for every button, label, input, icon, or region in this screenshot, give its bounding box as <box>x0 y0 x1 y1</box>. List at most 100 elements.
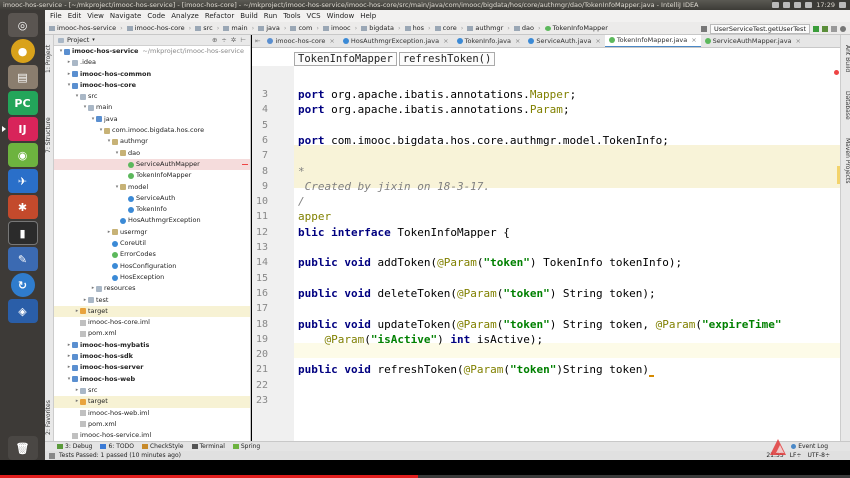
bottom-tab[interactable]: 3: Debug <box>57 443 92 450</box>
menu-file[interactable]: File <box>47 12 65 20</box>
error-indicator-icon[interactable] <box>834 70 839 75</box>
bottom-tab[interactable]: CheckStyle <box>141 443 184 450</box>
tree-item[interactable]: HosConfiguration <box>54 261 250 272</box>
nav-crumb[interactable]: bigdata › <box>359 24 402 32</box>
browser-icon[interactable]: ✈ <box>7 169 38 193</box>
tool-windows-icon[interactable] <box>49 452 55 459</box>
menu-vcs[interactable]: VCS <box>303 12 323 20</box>
tree-item[interactable]: ▾ src <box>54 91 250 102</box>
nav-crumb[interactable]: dao › <box>512 24 543 32</box>
tree-item[interactable]: ▾ dao <box>54 148 250 159</box>
tree-item[interactable]: ▾ imooc-hos-service ~/mkproject/imooc-hos-… <box>54 46 250 57</box>
menu-analyze[interactable]: Analyze <box>168 12 202 20</box>
editor-tab[interactable]: ServiceAuth.java × <box>524 35 604 47</box>
menu-tools[interactable]: Tools <box>280 12 303 20</box>
menu-view[interactable]: View <box>84 12 107 20</box>
menu-build[interactable]: Build <box>237 12 261 20</box>
dash-icon[interactable]: ◎ <box>7 13 38 37</box>
search-icon[interactable] <box>840 25 846 32</box>
status-message[interactable]: Tests Passed: 1 passed (10 minutes ago) <box>59 452 181 459</box>
tree-item[interactable]: imooc-hos-web.iml <box>54 408 250 419</box>
run-configuration-select[interactable]: UserServiceTest.getUserTest <box>710 23 810 34</box>
tree-item[interactable]: ErrorCodes <box>54 249 250 260</box>
hide-panel-icon[interactable]: ⊢ <box>240 36 246 44</box>
code-line[interactable]: apper <box>298 209 331 224</box>
back-icon[interactable] <box>701 25 707 32</box>
tree-item[interactable]: ▸ target <box>54 396 250 408</box>
menu-window[interactable]: Window <box>324 12 358 20</box>
tree-item[interactable]: ▸ .idea <box>54 57 250 68</box>
tree-item[interactable]: ▸ src <box>54 385 250 396</box>
nav-crumb[interactable]: main › <box>221 24 256 32</box>
breadcrumb-method[interactable]: refreshToken() <box>398 52 496 66</box>
menu-edit[interactable]: Edit <box>65 12 85 20</box>
favorites-tool-tab[interactable]: 2: Favorites <box>45 395 54 440</box>
editor-tab[interactable]: HosAuthmgrException.java × <box>339 35 453 47</box>
tree-item[interactable]: ▸ imooc-hos-mybatis <box>54 340 250 351</box>
nav-crumb[interactable]: com › <box>288 24 321 32</box>
tree-item[interactable]: ▸ usermgr <box>54 227 250 238</box>
code-text[interactable]: port org.apache.ibatis.annotations.Mappe… <box>298 66 838 441</box>
gear-icon[interactable]: ✲ <box>231 36 236 44</box>
nav-crumb[interactable]: imooc-hos-service › <box>47 24 125 32</box>
tree-item[interactable]: ▸ imooc-hos-server <box>54 362 250 373</box>
code-line[interactable]: public void updateToken(@Param("token") … <box>298 317 782 332</box>
code-line[interactable]: public void addToken(@Param("token") Tok… <box>298 255 682 270</box>
tree-item[interactable]: imooc-hos-core.iml <box>54 317 250 328</box>
close-icon[interactable]: × <box>794 35 801 47</box>
nav-crumb[interactable]: authmgr › <box>465 24 512 32</box>
close-icon[interactable]: × <box>593 35 600 47</box>
structure-tool-tab[interactable]: 7: Structure <box>45 115 54 155</box>
chrome-icon[interactable]: ● <box>10 39 35 63</box>
tree-item[interactable]: ▾ model <box>54 182 250 193</box>
network-icon[interactable] <box>772 2 780 8</box>
bottom-tab[interactable]: Spring <box>232 443 260 450</box>
tree-item[interactable]: ▾ imooc-hos-web <box>54 374 250 385</box>
text-editor-icon[interactable]: ✎ <box>7 247 38 271</box>
code-line[interactable]: / <box>298 194 305 209</box>
tree-item[interactable]: ▸ imooc-hos-sdk <box>54 351 250 362</box>
editor-tab[interactable]: ServiceAuthMapper.java × <box>701 35 805 47</box>
close-icon[interactable]: × <box>327 35 334 47</box>
tree-item[interactable]: ▸ target <box>54 305 250 318</box>
nav-crumb[interactable]: java › <box>256 24 288 32</box>
tree-item[interactable]: ▾ com.imooc.bigdata.hos.core <box>54 125 250 136</box>
nav-crumb[interactable]: hos › <box>403 24 433 32</box>
chevron-down-icon[interactable]: ▾ <box>92 37 95 43</box>
tree-item[interactable]: ServiceAuthMapper <box>54 158 250 171</box>
tree-item[interactable]: HosAuthmgrException <box>54 215 250 226</box>
code-line[interactable]: port com.imooc.bigdata.hos.core.authmgr.… <box>298 133 669 148</box>
tree-item[interactable]: ▸ imooc-hos-common <box>54 69 250 80</box>
tree-item[interactable]: ▾ authmgr <box>54 136 250 147</box>
editor-tab[interactable]: TokenInfoMapper.java × <box>604 35 701 47</box>
debug-icon[interactable] <box>822 25 828 32</box>
menu-navigate[interactable]: Navigate <box>107 12 144 20</box>
collapse-all-icon[interactable]: ÷ <box>221 36 226 44</box>
tree-item[interactable]: ▾ imooc-hos-core <box>54 80 250 91</box>
wechat-icon[interactable]: ◉ <box>7 143 38 167</box>
clock[interactable]: 17:29 <box>816 1 835 9</box>
close-icon[interactable]: × <box>513 35 520 47</box>
software-center-icon[interactable]: ✱ <box>7 195 38 219</box>
nav-crumb[interactable]: src › <box>193 24 221 32</box>
close-icon[interactable]: × <box>689 35 696 47</box>
editor-tab[interactable]: imooc-hos-core × <box>263 35 338 47</box>
tree-item[interactable]: ▸ test <box>54 295 250 306</box>
tree-item[interactable]: pom.xml <box>54 328 250 339</box>
code-line[interactable]: @Param("isActive") int isActive); <box>298 332 544 347</box>
project-tool-tab[interactable]: 1: Project <box>45 39 54 79</box>
nav-crumb[interactable]: TokenInfoMapper <box>543 24 610 32</box>
database-tool-tab[interactable]: Database <box>841 85 850 125</box>
code-line[interactable]: public void refreshToken(@Param("token")… <box>298 362 655 378</box>
code-line[interactable]: public void deleteToken(@Param("token") … <box>298 286 656 301</box>
code-line[interactable]: Created by jixin on 18-3-17. <box>298 179 490 194</box>
files-icon[interactable]: ▤ <box>7 65 38 89</box>
code-line[interactable]: port org.apache.ibatis.annotations.Param… <box>298 102 570 117</box>
virtualbox-icon[interactable]: ◈ <box>7 299 38 323</box>
menu-refactor[interactable]: Refactor <box>202 12 237 20</box>
nav-crumb[interactable]: imooc-hos-core › <box>125 24 194 32</box>
tree-item[interactable]: ▾ java <box>54 114 250 125</box>
trash-icon[interactable]: 🗑 <box>7 436 38 460</box>
code-line[interactable]: * <box>298 164 305 179</box>
tab-scroll-icon[interactable]: ⇤ <box>252 37 263 45</box>
